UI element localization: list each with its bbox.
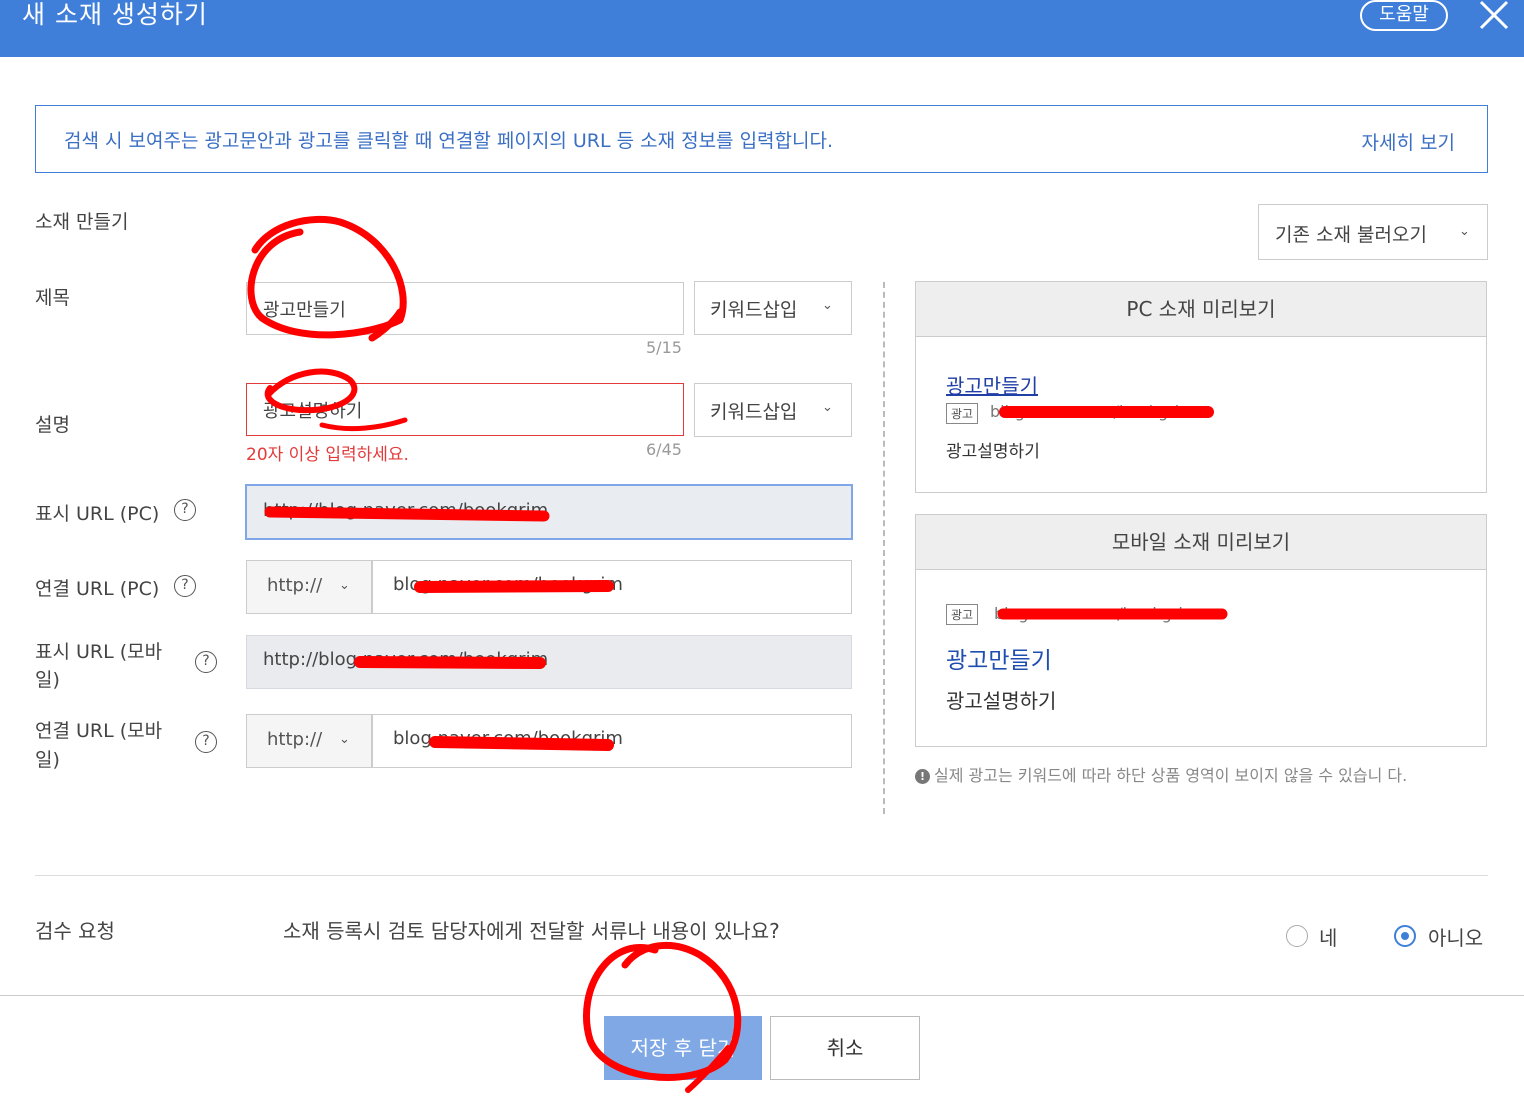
display-url-mobile-value: http://blog.naver.com/bookgrim — [263, 649, 549, 670]
help-icon[interactable]: ? — [174, 499, 196, 521]
display-url-pc-input[interactable]: http://blog.naver.com/bookgrim — [245, 484, 853, 540]
review-no-label[interactable]: 아니오 — [1428, 922, 1483, 951]
link-url-mobile-input[interactable]: blog.naver.com/bookgrim — [372, 714, 852, 768]
section-divider — [35, 875, 1488, 876]
link-url-pc-value: blog.naver.com/bookgrim — [393, 574, 623, 595]
help-button[interactable]: 도움말 — [1360, 0, 1448, 31]
display-url-pc-value: http://blog.naver.com/bookgrim — [263, 500, 549, 521]
ad-badge: 광고 — [946, 403, 979, 424]
info-icon: ! — [915, 769, 930, 784]
link-url-pc-input[interactable]: blog.naver.com/bookgrim — [372, 560, 852, 614]
section-title: 소재 만들기 — [35, 211, 129, 233]
save-and-close-button[interactable]: 저장 후 닫기 — [604, 1016, 762, 1080]
title-label: 제목 — [35, 287, 70, 309]
help-icon[interactable]: ? — [174, 575, 196, 597]
review-yes-label[interactable]: 네 — [1319, 922, 1337, 951]
chevron-down-icon: ⌄ — [822, 298, 833, 313]
display-url-mobile-label: 표시 URL (모바 — [35, 641, 163, 663]
pc-preview-desc: 광고설명하기 — [946, 442, 1040, 462]
pc-preview-header: PC 소재 미리보기 — [916, 282, 1486, 337]
desc-counter: 6/45 — [646, 440, 682, 459]
title-value: 광고만들기 — [263, 300, 346, 321]
desc-label: 설명 — [35, 414, 70, 436]
review-label: 검수 요청 — [35, 919, 115, 943]
display-url-mobile-label-cont: 일) — [35, 669, 60, 691]
link-url-pc-protocol-select[interactable]: http:// ⌄ — [246, 560, 372, 614]
preview-note-text: 실제 광고는 키워드에 따라 하단 상품 영역이 보이지 않을 수 있습니 다. — [934, 766, 1408, 785]
ad-badge: 광고 — [946, 604, 979, 625]
display-url-mobile-input[interactable]: http://blog.naver.com/bookgrim — [246, 635, 852, 689]
footer-divider — [0, 995, 1524, 996]
link-url-mobile-label-cont: 일) — [35, 749, 60, 771]
desc-keyword-insert-button[interactable]: 키워드삽입 ⌄ — [694, 383, 852, 437]
keyword-insert-label: 키워드삽입 — [710, 401, 798, 423]
link-url-pc-label: 연결 URL (PC) — [35, 578, 160, 600]
mobile-preview-desc: 광고설명하기 — [946, 689, 1057, 713]
link-url-mobile-label: 연결 URL (모바 — [35, 720, 163, 742]
mobile-preview-title[interactable]: 광고만들기 — [946, 641, 1052, 675]
review-yes-radio[interactable] — [1286, 925, 1308, 947]
desc-input[interactable]: 광고설명하기 — [246, 383, 684, 436]
cancel-button[interactable]: 취소 — [770, 1016, 920, 1080]
help-icon[interactable]: ? — [195, 731, 217, 753]
link-url-mobile-value: blog.naver.com/bookgrim — [393, 728, 623, 749]
pc-preview-panel: PC 소재 미리보기 광고만들기 광고 blbg.naver.com/bookg… — [915, 281, 1487, 493]
pc-preview-title[interactable]: 광고만들기 — [946, 370, 1038, 399]
keyword-insert-label: 키워드삽입 — [710, 299, 798, 321]
chevron-down-icon: ⌄ — [1459, 224, 1470, 239]
title-keyword-insert-button[interactable]: 키워드삽입 ⌄ — [694, 281, 852, 335]
help-icon[interactable]: ? — [195, 651, 217, 673]
link-url-mobile-protocol-select[interactable]: http:// ⌄ — [246, 714, 372, 768]
chevron-down-icon: ⌄ — [339, 578, 350, 593]
dialog-header: 새 소재 생성하기 도움말 — [0, 0, 1524, 57]
protocol-value: http:// — [267, 729, 323, 750]
mobile-preview-header: 모바일 소재 미리보기 — [916, 515, 1486, 570]
preview-note: ! 실제 광고는 키워드에 따라 하단 상품 영역이 보이지 않을 수 있습니 다… — [915, 763, 1487, 789]
display-url-pc-label: 표시 URL (PC) — [35, 503, 160, 525]
protocol-value: http:// — [267, 575, 323, 596]
load-existing-button[interactable]: 기존 소재 불러오기 ⌄ — [1258, 204, 1488, 260]
mobile-preview-url: blog.naver.com/bookgrim — [994, 604, 1199, 623]
title-input[interactable]: 광고만들기 — [246, 282, 684, 335]
title-counter: 5/15 — [646, 338, 682, 357]
desc-value: 광고설명하기 — [263, 401, 363, 422]
close-button[interactable] — [1476, 0, 1512, 32]
review-question: 소재 등록시 검토 담당자에게 전달할 서류나 내용이 있나요? — [283, 919, 780, 943]
info-banner: 검색 시 보여주는 광고문안과 광고를 클릭할 때 연결할 페이지의 URL 등… — [35, 105, 1488, 173]
column-divider — [883, 282, 885, 814]
chevron-down-icon: ⌄ — [822, 400, 833, 415]
info-message: 검색 시 보여주는 광고문안과 광고를 클릭할 때 연결할 페이지의 URL 등… — [64, 130, 834, 152]
mobile-preview-panel: 모바일 소재 미리보기 광고 blog.naver.com/bookgrim 광… — [915, 514, 1487, 747]
desc-error-message: 20자 이상 입력하세요. — [246, 445, 409, 465]
close-icon — [1479, 0, 1509, 30]
dialog-title: 새 소재 생성하기 — [22, 0, 208, 29]
more-details-link[interactable]: 자세히 보기 — [1362, 128, 1455, 155]
review-no-radio[interactable] — [1394, 925, 1416, 947]
chevron-down-icon: ⌄ — [339, 732, 350, 747]
pc-preview-url: blbg.naver.com/bookgrim — [990, 402, 1195, 421]
load-existing-label: 기존 소재 불러오기 — [1275, 224, 1427, 246]
